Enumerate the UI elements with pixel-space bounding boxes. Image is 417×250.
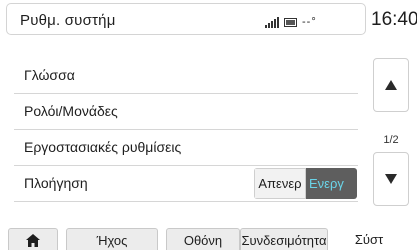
toggle-off-option[interactable]: Απενερ xyxy=(254,168,306,199)
bottom-tab-bar: Ήχος Οθόνη Συνδεσιμότητα Σύστ xyxy=(0,228,417,250)
navigation-toggle[interactable]: Απενερ Ενεργ xyxy=(254,168,357,199)
tab-sound[interactable]: Ήχος xyxy=(66,228,158,250)
toggle-on-option[interactable]: Ενεργ xyxy=(306,168,357,199)
tab-label: Οθόνη xyxy=(183,233,223,248)
battery-icon xyxy=(284,18,297,27)
list-item-navigation: Πλοήγηση Απενερ Ενεργ xyxy=(14,166,358,202)
status-indicators: --° xyxy=(265,12,317,28)
list-item-label: Πλοήγηση xyxy=(24,175,88,191)
page-title: Ρυθμ. συστήμ xyxy=(20,12,116,29)
signal-strength-icon xyxy=(265,17,279,28)
home-icon xyxy=(26,234,40,247)
header-title-box: Ρυθμ. συστήμ --° xyxy=(6,3,366,35)
tab-label: Ήχος xyxy=(96,233,128,248)
tab-label: Σύστ xyxy=(354,232,384,247)
tab-home[interactable] xyxy=(8,228,58,250)
temperature-readout: --° xyxy=(302,16,317,28)
scroll-up-button[interactable] xyxy=(373,58,409,112)
tab-display[interactable]: Οθόνη xyxy=(166,228,240,250)
list-item-language[interactable]: Γλώσσα xyxy=(14,58,358,94)
tab-label: Συνδεσιμότητα xyxy=(241,233,327,248)
tab-system[interactable]: Σύστ xyxy=(330,228,408,250)
list-item-factory-settings[interactable]: Εργοστασιακές ρυθμίσεις xyxy=(14,130,358,166)
arrow-down-icon xyxy=(385,174,397,184)
tab-connectivity[interactable]: Συνδεσιμότητα xyxy=(240,228,328,250)
list-item-clock-units[interactable]: Ρολόι/Μονάδες xyxy=(14,94,358,130)
list-item-label: Ρολόι/Μονάδες xyxy=(24,103,118,119)
arrow-up-icon xyxy=(385,80,397,90)
header-bar: Ρυθμ. συστήμ --° 16:40 xyxy=(0,0,417,38)
list-item-label: Γλώσσα xyxy=(24,67,75,83)
list-item-label: Εργοστασιακές ρυθμίσεις xyxy=(24,139,182,155)
scroll-down-button[interactable] xyxy=(373,152,409,206)
clock: 16:40 xyxy=(371,9,417,30)
page-indicator: 1/2 xyxy=(383,134,399,146)
